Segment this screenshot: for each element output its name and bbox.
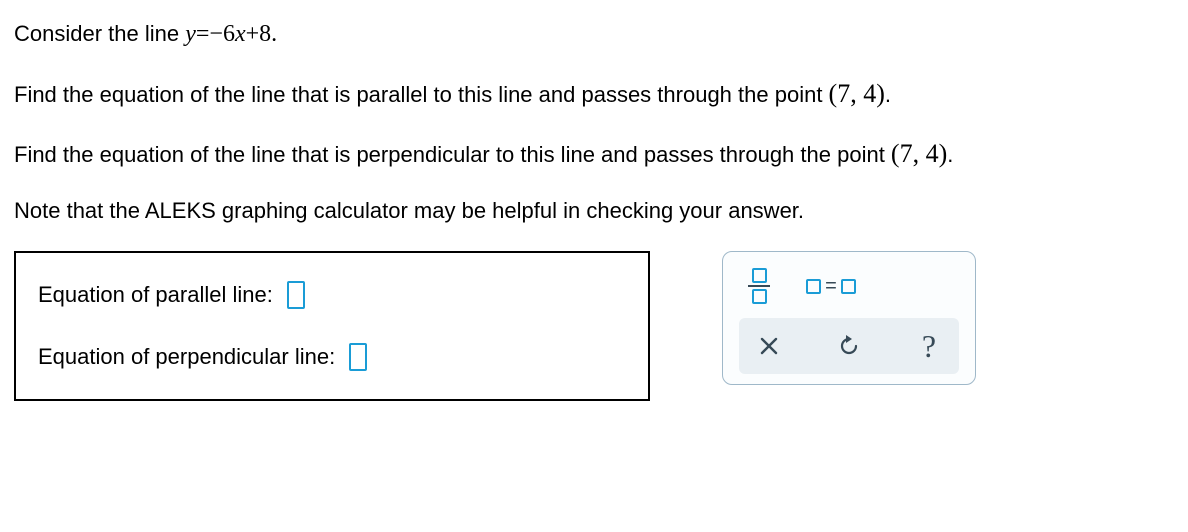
- calculator-note: Note that the ALEKS graphing calculator …: [14, 196, 1174, 227]
- x-icon: [759, 336, 779, 356]
- toolbox-row-actions: ?: [739, 318, 959, 374]
- suffix: .: [885, 82, 891, 107]
- math-toolbox: = ?: [722, 251, 976, 385]
- eq-tail: +8.: [246, 21, 278, 47]
- text: Consider the line: [14, 21, 185, 46]
- fraction-numerator-icon: [752, 268, 767, 283]
- text: Find the equation of the line that is pe…: [14, 142, 891, 167]
- eq-left-icon: [806, 279, 821, 294]
- reset-button[interactable]: [829, 326, 869, 366]
- clear-button[interactable]: [749, 326, 789, 366]
- fraction-tool[interactable]: [739, 266, 779, 306]
- parallel-instruction: Find the equation of the line that is pa…: [14, 76, 1174, 112]
- eq-right-icon: [841, 279, 856, 294]
- question-mark-icon: ?: [922, 328, 936, 365]
- var-y: y: [185, 21, 196, 47]
- perpendicular-row: Equation of perpendicular line:: [38, 343, 626, 371]
- toolbox-row-templates: =: [739, 266, 959, 306]
- text: Find the equation of the line that is pa…: [14, 82, 829, 107]
- parallel-row: Equation of parallel line:: [38, 281, 626, 309]
- undo-icon: [837, 334, 861, 358]
- point: (7, 4): [829, 79, 885, 108]
- var-x: x: [235, 21, 246, 47]
- perpendicular-instruction: Find the equation of the line that is pe…: [14, 136, 1174, 172]
- fraction-denominator-icon: [752, 289, 767, 304]
- parallel-input[interactable]: [287, 281, 305, 309]
- point: (7, 4): [891, 139, 947, 168]
- perpendicular-label: Equation of perpendicular line:: [38, 344, 335, 370]
- suffix: .: [947, 142, 953, 167]
- fraction-bar-icon: [748, 285, 770, 287]
- parallel-label: Equation of parallel line:: [38, 282, 273, 308]
- perpendicular-input[interactable]: [349, 343, 367, 371]
- problem-statement: Consider the line y=−6x+8. Find the equa…: [14, 18, 1174, 227]
- equals-symbol: =: [825, 275, 837, 298]
- eq-part: =−6: [196, 21, 235, 47]
- answer-area: Equation of parallel line: Equation of p…: [14, 251, 1174, 401]
- line-given: Consider the line y=−6x+8.: [14, 18, 1174, 52]
- help-button[interactable]: ?: [909, 326, 949, 366]
- equation-tool[interactable]: =: [811, 266, 851, 306]
- answer-box: Equation of parallel line: Equation of p…: [14, 251, 650, 401]
